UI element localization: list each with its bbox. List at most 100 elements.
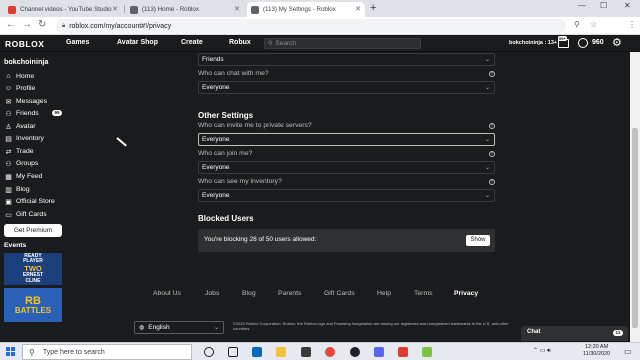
system-tray-icons[interactable]: ⌃ ▭ 🔊︎ — [533, 347, 551, 355]
maximize-button[interactable]: ☐ — [600, 1, 607, 10]
nav-avatar-shop[interactable]: Avatar Shop — [117, 39, 158, 46]
close-tab-icon[interactable]: ✕ — [112, 5, 118, 13]
windows-start-icon[interactable] — [6, 347, 16, 357]
search-icon: ⚲ — [29, 347, 35, 357]
back-arrow-icon[interactable]: ← — [6, 19, 16, 30]
select-see-inventory[interactable]: Everyone ⌄ — [198, 189, 495, 202]
app-icon[interactable] — [374, 347, 384, 357]
bookmark-star-icon[interactable]: ☆ — [590, 20, 597, 29]
footer-link-gift-cards[interactable]: Gift Cards — [324, 290, 355, 297]
sidebar-username[interactable]: bokchoininja — [4, 57, 48, 66]
language-select[interactable]: ◍ English ⌄ — [134, 321, 224, 334]
url-text: roblox.com/my/account#!/privacy — [69, 22, 172, 30]
menu-icon[interactable]: ⋮ — [628, 20, 636, 29]
show-blocked-button[interactable]: Show — [466, 235, 490, 246]
close-tab-icon[interactable]: ✕ — [355, 5, 361, 13]
app-icon[interactable] — [422, 347, 432, 357]
chevron-down-icon: ⌄ — [484, 137, 490, 143]
help-icon[interactable]: ? — [489, 179, 495, 185]
sidebar-item-trade[interactable]: ⇄ Trade — [4, 146, 34, 157]
sidebar-item-official-store[interactable]: ▣ Official Store — [4, 196, 55, 207]
cortana-icon[interactable] — [204, 347, 214, 357]
footer-link-terms[interactable]: Terms — [414, 290, 433, 297]
new-tab-button[interactable]: + — [370, 2, 376, 14]
zoom-icon[interactable]: ⚲ — [574, 20, 580, 29]
forward-arrow-icon[interactable]: → — [22, 19, 32, 30]
header-username[interactable]: bokchoininja : 13+ — [509, 40, 557, 46]
notifications-center-icon[interactable]: ▭ — [624, 347, 632, 356]
help-icon[interactable]: ? — [489, 71, 495, 77]
select-invite-private-servers[interactable]: Everyone ⌄ — [198, 133, 495, 146]
sidebar-item-label: Home — [16, 73, 35, 80]
sidebar-item-my-feed[interactable]: ▦ My Feed — [4, 171, 42, 182]
sidebar-item-home[interactable]: ⌂ Home — [4, 71, 34, 82]
taskbar-search-input[interactable]: ⚲ Type here to search — [22, 344, 192, 360]
roblox-studio-icon[interactable] — [398, 347, 408, 357]
roblox-favicon-icon — [251, 5, 259, 14]
chat-widget[interactable]: Chat 12 — [521, 326, 628, 341]
sidebar-item-profile[interactable]: ☺ Profile — [4, 83, 35, 94]
select-previous-setting[interactable]: Friends ⌄ — [198, 53, 495, 66]
footer-link-privacy[interactable]: Privacy — [454, 290, 478, 297]
lock-icon: 🔒︎ — [62, 22, 66, 29]
file-explorer-icon[interactable] — [276, 347, 286, 357]
search-placeholder: Search — [275, 40, 297, 47]
sidebar-item-messages[interactable]: ✉ Messages — [4, 96, 47, 107]
nav-create[interactable]: Create — [181, 39, 203, 46]
friends-count-badge: 99 — [52, 110, 62, 116]
footer-link-blog[interactable]: Blog — [242, 290, 256, 297]
task-view-icon[interactable] — [228, 347, 238, 357]
sidebar-item-blog[interactable]: ▥ Blog — [4, 184, 29, 195]
event-banner-ready-player-two[interactable]: READY PLAYER TWO ERNEST CLINE — [4, 253, 62, 285]
footer-link-about-us[interactable]: About Us — [153, 290, 181, 297]
friends-icon: ⚇ — [5, 110, 12, 118]
sidebar-item-label: Avatar — [16, 123, 36, 130]
url-bar[interactable]: 🔒︎ roblox.com/my/account#!/privacy — [56, 19, 566, 33]
select-join-me[interactable]: Everyone ⌄ — [198, 161, 495, 174]
reload-icon[interactable]: ↻ — [38, 19, 46, 30]
sidebar-item-avatar[interactable]: ♙ Avatar — [4, 121, 36, 132]
robux-icon[interactable] — [578, 38, 588, 48]
tab-roblox-home[interactable]: (113) Home - Roblox ✕ — [126, 2, 244, 17]
close-tab-icon[interactable]: ✕ — [234, 5, 240, 13]
windows-taskbar: ⚲ Type here to search ⌃ ▭ 🔊︎ 12:20 AM 11… — [0, 342, 640, 360]
sidebar-item-groups[interactable]: ⚇ Groups — [4, 158, 38, 169]
sidebar-item-inventory[interactable]: ▤ Inventory — [4, 133, 44, 144]
sidebar-item-gift-cards[interactable]: ▭ Gift Cards — [4, 209, 46, 220]
other-settings-heading: Other Settings — [198, 111, 254, 120]
help-icon[interactable]: ? — [489, 123, 495, 129]
avatar-icon: ♙ — [5, 123, 12, 131]
edge-icon[interactable] — [252, 347, 262, 357]
sidebar-item-friends[interactable]: ⚇ Friends — [4, 108, 38, 119]
roblox-logo[interactable]: ROBLOX — [5, 39, 44, 49]
sidebar-item-label: Messages — [16, 98, 47, 105]
chrome-icon[interactable] — [325, 347, 335, 357]
get-premium-button[interactable]: Get Premium — [4, 224, 62, 237]
search-input[interactable]: ⚲ Search — [264, 38, 421, 49]
footer-link-parents[interactable]: Parents — [278, 290, 301, 297]
settings-gear-icon[interactable]: ⚙ — [612, 36, 622, 49]
sidebar-item-label: Trade — [16, 148, 34, 155]
tab-youtube-studio[interactable]: Channel videos - YouTube Studio ✕ — [4, 2, 122, 17]
store-app-icon[interactable] — [301, 347, 311, 357]
nav-robux[interactable]: Robux — [229, 39, 251, 46]
close-window-button[interactable]: ✕ — [624, 1, 631, 10]
chat-label: Who can chat with me? — [198, 70, 269, 77]
minimize-button[interactable]: — — [578, 1, 586, 10]
clock-date: 11/30/2020 — [583, 351, 611, 358]
footer-link-help[interactable]: Help — [377, 290, 391, 297]
footer-link-jobs[interactable]: Jobs — [205, 290, 219, 297]
nav-games[interactable]: Games — [66, 39, 89, 46]
select-chat-with-me[interactable]: Everyone ⌄ — [198, 81, 495, 94]
tab-roblox-settings[interactable]: (113) My Settings - Roblox ✕ — [247, 2, 365, 17]
taskbar-search-placeholder: Type here to search — [42, 348, 105, 356]
taskbar-clock[interactable]: 12:20 AM 11/30/2020 — [583, 344, 610, 359]
help-icon[interactable]: ? — [489, 151, 495, 157]
robux-balance[interactable]: 960 — [592, 39, 604, 46]
page-scrollbar-thumb[interactable] — [632, 128, 638, 328]
steam-icon[interactable] — [350, 347, 360, 357]
select-value: Friends — [202, 56, 224, 63]
sidebar-item-label: My Feed — [16, 173, 43, 180]
home-icon: ⌂ — [6, 73, 11, 80]
event-banner-rb-battles[interactable]: RB BATTLES — [4, 288, 62, 322]
